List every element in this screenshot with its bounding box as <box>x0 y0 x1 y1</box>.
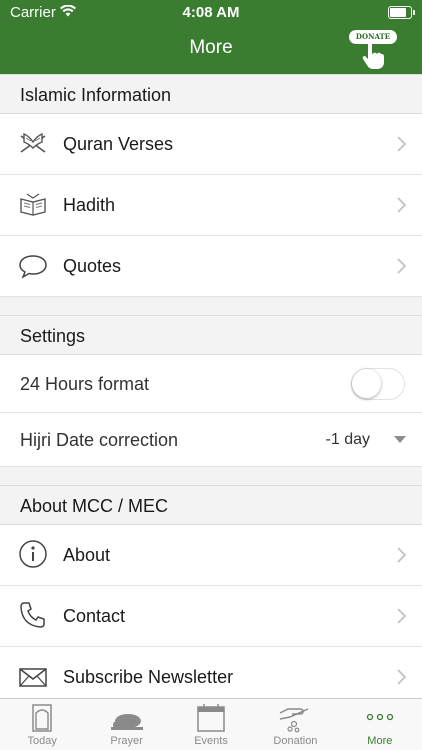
battery-icon <box>388 6 415 19</box>
envelope-icon <box>18 663 48 691</box>
chevron-right-icon <box>397 547 407 563</box>
tab-events[interactable]: Events <box>169 699 253 750</box>
list-item-label: Contact <box>63 606 126 626</box>
tab-prayer[interactable]: Prayer <box>84 699 168 750</box>
status-time: 4:08 AM <box>182 4 240 21</box>
more-dots-icon <box>366 713 393 721</box>
list-item-quran-verses[interactable]: Quran Verses <box>0 114 422 175</box>
list-item-label: Subscribe Newsletter <box>63 667 234 687</box>
speech-bubble-icon <box>18 252 48 280</box>
tab-label: More <box>367 735 393 747</box>
setting-label: Hijri Date correction <box>20 430 179 450</box>
list-item-label: Quotes <box>63 256 122 276</box>
setting-hijri-correction[interactable]: Hijri Date correction -1 day <box>0 413 422 467</box>
tab-donation[interactable]: Donation <box>253 699 337 750</box>
setting-24-hours-format: 24 Hours format <box>0 355 422 413</box>
list-item-label: Quran Verses <box>63 134 174 154</box>
list-item-label: Hadith <box>63 195 116 215</box>
24-hours-toggle[interactable] <box>351 368 405 400</box>
info-icon <box>18 540 48 569</box>
hadith-book-icon <box>18 191 48 219</box>
section-spacer <box>0 297 422 315</box>
list-item-quotes[interactable]: Quotes <box>0 236 422 297</box>
setting-label: 24 Hours format <box>20 374 150 394</box>
tab-label: Today <box>27 735 57 747</box>
more-list[interactable]: Islamic Information Quran Verses Hadith … <box>0 74 422 698</box>
list-item-subscribe-newsletter[interactable]: Subscribe Newsletter <box>0 647 422 698</box>
list-item-label: About <box>63 545 111 565</box>
battery-level-fill <box>390 8 407 17</box>
navigation-bar: Carrier 4:08 AM More DONATE <box>0 0 422 74</box>
list-item-about[interactable]: About <box>0 525 422 586</box>
prayer-icon <box>110 714 143 730</box>
app-screen: Carrier 4:08 AM More DONATE Islamic Info… <box>0 0 422 750</box>
toggle-knob <box>352 369 381 398</box>
quran-icon <box>18 130 48 158</box>
tab-more[interactable]: More <box>338 699 422 750</box>
section-header-islamic: Islamic Information <box>0 74 422 114</box>
tab-label: Events <box>194 735 228 747</box>
section-spacer <box>0 467 422 485</box>
donate-button[interactable]: DONATE <box>349 30 401 70</box>
chevron-right-icon <box>397 197 407 213</box>
donation-hand-icon <box>280 708 309 733</box>
tab-bar: Today Prayer Events Donation More <box>0 698 422 750</box>
hijri-correction-value[interactable]: -1 day <box>326 413 370 467</box>
status-bar: Carrier 4:08 AM <box>0 0 422 24</box>
section-header-settings: Settings <box>0 315 422 355</box>
tab-today[interactable]: Today <box>0 699 84 750</box>
tab-label: Donation <box>273 735 318 747</box>
list-item-hadith[interactable]: Hadith <box>0 175 422 236</box>
pointing-hand-icon <box>362 43 384 69</box>
phone-icon <box>18 602 48 630</box>
section-header-about: About MCC / MEC <box>0 485 422 525</box>
chevron-right-icon <box>397 608 407 624</box>
list-item-contact[interactable]: Contact <box>0 586 422 647</box>
chevron-right-icon <box>397 136 407 152</box>
chevron-right-icon <box>397 669 407 685</box>
door-icon <box>32 704 52 732</box>
chevron-right-icon <box>397 258 407 274</box>
calendar-icon <box>197 704 225 732</box>
dropdown-arrow-icon[interactable] <box>394 436 406 443</box>
tab-label: Prayer <box>110 735 143 747</box>
